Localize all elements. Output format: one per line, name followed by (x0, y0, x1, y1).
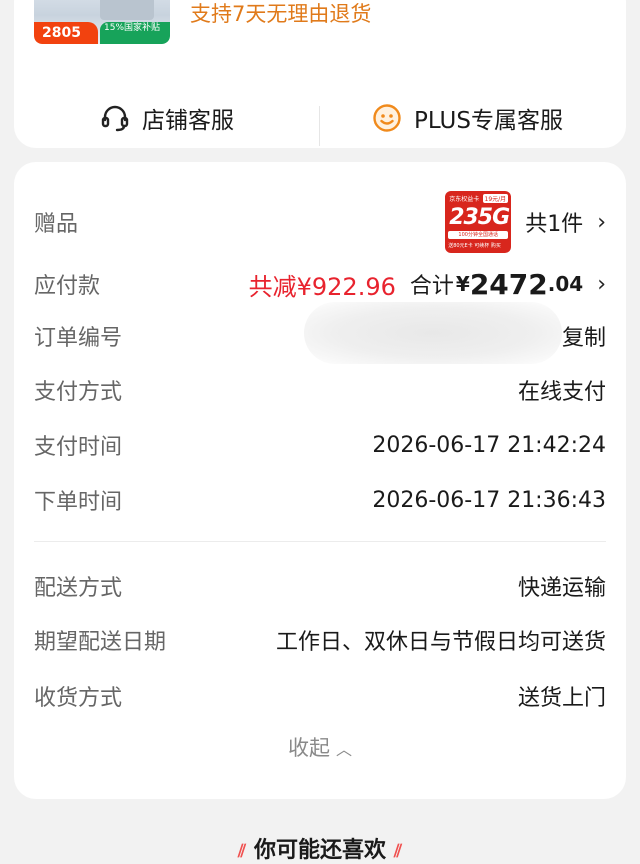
pay-method-label: 支付方式 (34, 380, 123, 405)
gift-image-chip: 19元/月 (482, 194, 509, 203)
plus-service-button[interactable]: PLUS专属客服 (372, 88, 563, 148)
copy-button[interactable]: 复制 (562, 320, 606, 352)
delivery-method-value: 快递运输 (517, 576, 606, 601)
delivery-method-row: 配送方式 快递运输 (34, 564, 606, 608)
gift-image-top: 京东权益卡 (449, 196, 480, 203)
receive-method-label: 收货方式 (34, 686, 123, 711)
return-policy: 支持7天无理由退货 (190, 2, 372, 26)
delivery-date-value: 工作日、双休日与节假日均可送货 (275, 630, 606, 655)
divider (34, 541, 606, 542)
gift-image[interactable]: 京东权益卡 19元/月 235G 100分钟全国通话 送80元E卡 可续杯 购买 (445, 191, 512, 253)
plus-service-label: PLUS专属客服 (414, 108, 563, 134)
divider (319, 106, 320, 146)
total-currency: ¥ (455, 272, 470, 296)
order-info-card: 赠品 京东权益卡 19元/月 235G 100分钟全国通话 送80元E卡 可续杯… (14, 162, 626, 799)
product-image-box (100, 0, 154, 20)
recommend-title: 你可能还喜欢 (253, 838, 386, 863)
delivery-method-label: 配送方式 (34, 576, 123, 601)
pay-time-value: 2026-06-17 21:42:24 (372, 432, 606, 458)
chevron-up-icon: ︿ (335, 740, 352, 759)
pay-method-value: 在线支付 (517, 380, 606, 405)
total-label: 合计 (409, 274, 454, 299)
payable-value: 共减¥922.96 合计 ¥ 2472 .04 › (249, 267, 606, 302)
chevron-right-icon: › (597, 209, 606, 235)
recommend-header: ⫽ 你可能还喜欢 ⫽ (0, 832, 640, 864)
subsidy-tag: 15%国家补贴 (100, 22, 170, 44)
chevron-right-icon: › (597, 271, 606, 297)
gift-row[interactable]: 赠品 京东权益卡 19元/月 235G 100分钟全国通话 送80元E卡 可续杯… (34, 190, 606, 254)
discount-amount: 共减¥922.96 (248, 272, 396, 301)
payable-label: 应付款 (34, 274, 101, 299)
shop-service-label: 店铺客服 (142, 108, 234, 134)
collapse-label: 收起 (287, 736, 330, 760)
payable-row[interactable]: 应付款 共减¥922.96 合计 ¥ 2472 .04 › (34, 262, 606, 306)
smiley-icon (373, 104, 401, 132)
pay-time-row: 支付时间 2026-06-17 21:42:24 (34, 423, 606, 467)
shop-service-button[interactable]: 店铺客服 (100, 88, 234, 148)
order-number-label: 订单编号 (34, 326, 123, 351)
receive-method-row: 收货方式 送货上门 (34, 674, 606, 718)
gift-image-band: 100分钟全国通话 (448, 231, 509, 239)
total-decimal: .04 (547, 272, 584, 296)
gift-image-text: 235G (449, 205, 510, 230)
headset-icon (101, 105, 129, 132)
decoration-icon: ⫽ (394, 841, 403, 862)
order-time-row: 下单时间 2026-06-17 21:36:43 (34, 478, 606, 522)
delivery-date-label: 期望配送日期 (34, 630, 167, 655)
gift-count: 共1件 (525, 212, 584, 237)
collapse-button[interactable]: 收起 ︿ (14, 732, 626, 762)
delivery-date-row: 期望配送日期 工作日、双休日与节假日均可送货 (34, 618, 606, 662)
product-card: 2805 15%国家补贴 支持7天无理由退货 店铺客服 PLUS专属客服 (14, 0, 626, 148)
pay-time-label: 支付时间 (34, 435, 123, 460)
total-integer: 2472 (469, 267, 548, 301)
order-number-row: 订单编号 复制 (34, 314, 606, 358)
gift-label: 赠品 (34, 212, 79, 237)
pay-method-row: 支付方式 在线支付 (34, 368, 606, 412)
receive-method-value: 送货上门 (517, 686, 606, 711)
price-tag: 2805 (34, 22, 98, 44)
gift-image-bottom: 送80元E卡 可续杯 购买 (448, 243, 501, 249)
decoration-icon: ⫽ (237, 841, 246, 862)
order-time-value: 2026-06-17 21:36:43 (372, 487, 606, 513)
service-row: 店铺客服 PLUS专属客服 (14, 88, 626, 148)
product-thumbnail[interactable]: 2805 15%国家补贴 (34, 0, 170, 44)
gift-value: 京东权益卡 19元/月 235G 100分钟全国通话 送80元E卡 可续杯 购买… (445, 191, 606, 253)
order-time-label: 下单时间 (34, 490, 123, 515)
